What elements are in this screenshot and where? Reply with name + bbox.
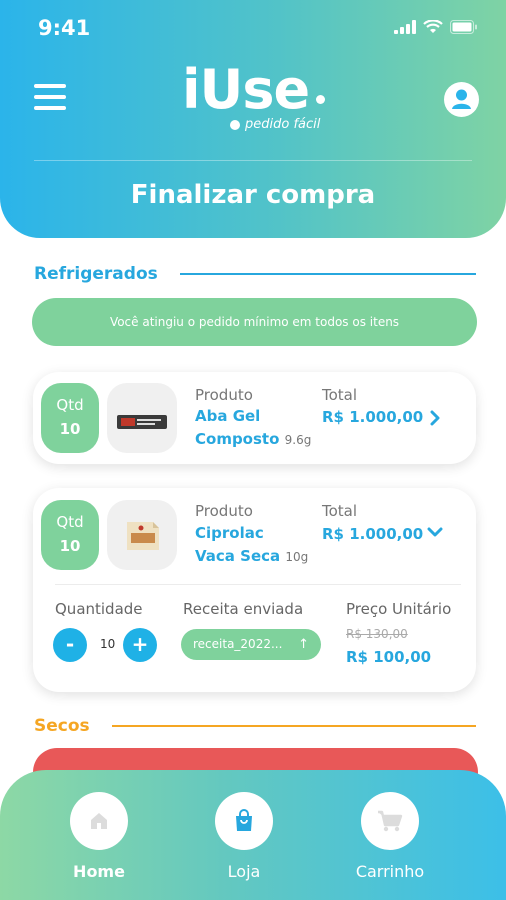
quantity-value: 10 [100, 637, 116, 651]
qty-badge: Qtd 10 [41, 500, 99, 570]
min-order-banner: Você atingiu o pedido mínimo em todos os… [32, 298, 477, 346]
quantity-label: Quantidade [55, 600, 143, 618]
logo-text: iUse [182, 58, 310, 121]
qty-badge: Qtd 10 [41, 383, 99, 453]
nav-label: Carrinho [355, 862, 425, 881]
unit-price: R$ 100,00 [346, 648, 432, 666]
product-image [107, 500, 177, 570]
section-header-secos: Secos [34, 716, 476, 736]
user-icon [452, 89, 471, 109]
min-order-message: Você atingiu o pedido mínimo em todos os… [109, 315, 400, 329]
product-weight: 10g [285, 550, 309, 564]
menu-button[interactable] [34, 84, 66, 110]
receipt-file-button[interactable]: receita_2022... ↑ [181, 629, 321, 660]
receipt-filename: receita_2022... [193, 637, 283, 651]
app-logo: iUse pedido fácil [178, 58, 338, 136]
unit-price-label: Preço Unitário [346, 600, 452, 618]
chevron-right-icon[interactable] [427, 410, 443, 426]
logo-subtitle: pedido fácil [245, 117, 321, 132]
profile-button[interactable] [444, 82, 479, 117]
product-name[interactable]: Ciprolac Vaca Seca 10g [195, 522, 308, 569]
cart-item-card-expanded[interactable]: Qtd 10 Produto Ciprolac Vaca Seca 10g To… [33, 488, 476, 692]
cart-icon [378, 810, 403, 832]
total-label: Total [322, 386, 358, 404]
old-price: R$ 130,00 [346, 627, 408, 641]
product-weight: 9.6g [284, 433, 312, 447]
product-image [107, 383, 177, 453]
cart-item-card[interactable]: Qtd 10 Produto Aba Gel Composto 9.6g Tot… [33, 372, 476, 464]
product-name[interactable]: Aba Gel Composto 9.6g [195, 405, 311, 452]
increase-quantity-button[interactable]: + [123, 628, 157, 662]
nav-carrinho[interactable]: Carrinho [335, 792, 445, 881]
status-time: 9:41 [38, 16, 91, 40]
home-icon [91, 813, 107, 829]
nav-label: Home [73, 862, 125, 881]
product-label: Produto [195, 502, 253, 520]
status-bar: 9:41 [0, 14, 506, 44]
bottom-navigation: Home Loja Carrinho [0, 770, 506, 900]
logo-subtitle-wrap: pedido fácil [230, 117, 320, 132]
nav-label: Loja [227, 862, 261, 881]
total-value: R$ 1.000,00 [322, 408, 424, 426]
chevron-down-icon[interactable] [427, 524, 443, 540]
section-title: Secos [34, 716, 90, 736]
product-label: Produto [195, 386, 253, 404]
nav-home[interactable]: Home [44, 792, 154, 881]
receipt-label: Receita enviada [183, 600, 304, 618]
nav-loja[interactable]: Loja [189, 792, 299, 881]
upload-arrow-icon: ↑ [298, 637, 309, 652]
shopping-bag-icon [236, 809, 252, 831]
wifi-icon [423, 20, 443, 33]
status-icons [394, 20, 478, 34]
page-title: Finalizar compra [130, 180, 376, 210]
section-title: Refrigerados [34, 264, 158, 284]
app-header: 9:41 iUse pedido fácil Finalizar compra [0, 0, 506, 238]
total-value: R$ 1.000,00 [322, 525, 424, 543]
total-label: Total [322, 502, 358, 520]
hamburger-icon [34, 84, 66, 88]
decrease-quantity-button[interactable]: - [53, 628, 87, 662]
signal-icon [394, 20, 416, 34]
battery-icon [450, 20, 477, 34]
section-header-refrigerados: Refrigerados [34, 264, 476, 284]
